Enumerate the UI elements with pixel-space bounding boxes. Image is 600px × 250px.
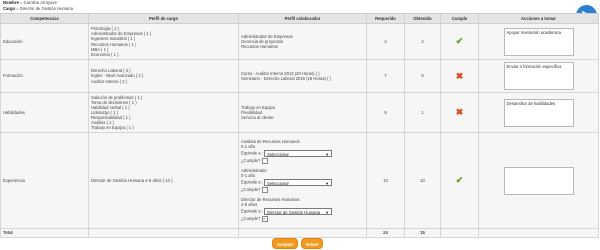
accion-textarea[interactable]: Desarrollar de habilidades — [503, 98, 574, 127]
cumple-checkbox[interactable] — [261, 157, 268, 164]
employee-role-line: Cargo = Director de Gestión Humana — [3, 6, 73, 11]
accion-cell: Desarrollar de habilidades — [478, 92, 599, 133]
accion-cell: Apoyar nivelación académica — [478, 23, 599, 60]
cumple-checkbox-checked[interactable]: ✓ — [261, 216, 268, 223]
perfil-colaborador-cell: Trabajo en Equipo Flexibilidad Servicio … — [238, 92, 367, 133]
equivale-select[interactable]: Seleccionar ▼ — [264, 179, 333, 187]
experience-entry: Administrador 0-1 año Equivale a : Selec… — [241, 168, 364, 194]
table-row: Experiencia Director de Gestión Humana 4… — [0, 132, 599, 229]
table-row: Formación Derecho Laboral ( 3 ) Ingles -… — [0, 59, 599, 93]
perfil-cargo-cell: Director de Gestión Humana 4-8 años ( 10… — [88, 132, 239, 229]
obtenido-cell: 1 — [404, 92, 441, 133]
perfil-colaborador-cell: Analista de Recursos Humanos 0-1 año Equ… — [238, 132, 367, 229]
requerido-cell: 10 — [366, 132, 405, 229]
requerido-cell: 2 — [366, 23, 405, 60]
experience-entry: Director de Recursos Humanos 4-8 años Eq… — [241, 197, 364, 223]
role-value: Director de Gestión Humana — [19, 6, 73, 11]
table-header-row: Competencias Perfil de cargo Perfil cola… — [0, 13, 599, 24]
back-button[interactable]: Volver — [301, 238, 323, 249]
check-icon: ✔ — [455, 36, 464, 46]
col-header-acciones: Acciones a tomar — [478, 13, 599, 24]
requerido-cell: 5 — [366, 92, 405, 133]
perfil-cargo-cell: Derecho Laboral ( 3 ) Ingles - Nivel Ava… — [88, 59, 239, 93]
name-label: Nombre — [3, 0, 19, 5]
competencia-cell: Experiencia — [0, 132, 89, 229]
accion-cell — [478, 132, 599, 229]
cross-icon: ✖ — [455, 70, 464, 81]
col-header-perfil-cargo: Perfil de cargo — [88, 13, 239, 24]
chevron-down-icon: ▼ — [325, 181, 330, 187]
perfil-cargo-cell: Solución de problemas ( 1 ) Toma de deci… — [88, 92, 239, 133]
name-value: Carolina Arroyave — [23, 0, 57, 5]
chevron-down-icon: ▼ — [325, 210, 330, 216]
total-row: Total 24 15 — [0, 228, 599, 238]
cumple-cell: ✔ — [440, 23, 479, 60]
col-header-obtenido: Obtenido — [404, 13, 441, 24]
check-icon: ✔ — [455, 175, 464, 185]
accion-textarea[interactable]: Enviar a formación específica — [503, 62, 574, 90]
cumple-cell: ✖ — [440, 59, 479, 93]
cumple-cell: ✔ — [440, 132, 479, 229]
perfil-cargo-cell: Psicología ( 1 ) Administrador de Empres… — [88, 23, 239, 60]
obtenido-cell: 2 — [404, 23, 441, 60]
accion-textarea[interactable]: Apoyar nivelación académica — [503, 27, 574, 56]
chevron-down-icon: ▼ — [325, 151, 330, 157]
equivale-select[interactable]: Seleccionar ▼ — [264, 149, 333, 157]
table-row: Educación Psicología ( 1 ) Administrador… — [0, 23, 599, 60]
requerido-cell: 7 — [366, 59, 405, 93]
col-header-requerido: Requerido — [366, 13, 405, 24]
table-row: Habilidades Solución de problemas ( 1 ) … — [0, 92, 599, 133]
accept-button[interactable]: Aceptar — [272, 238, 298, 249]
cumple-cell: ✖ — [440, 92, 479, 133]
col-header-perfil-colaborador: Perfil colaborador — [238, 13, 367, 24]
competencia-cell: Educación — [0, 23, 89, 60]
perfil-colaborador-cell: Administrador de Empresas Gerencia de pr… — [238, 23, 367, 60]
equivale-select[interactable]: Director de Gestión Humana ▼ — [264, 208, 333, 216]
col-header-cumple: Cumple — [440, 13, 479, 24]
cross-icon: ✖ — [455, 107, 464, 117]
competencia-cell: Formación — [0, 59, 89, 93]
competency-table: Competencias Perfil de cargo Perfil cola… — [0, 13, 599, 238]
cumple-checkbox[interactable] — [261, 187, 268, 194]
perfil-colaborador-cell: Curso - Auditor Interno 2013 (20 Horas) … — [238, 59, 367, 93]
total-obtenido: 15 — [404, 228, 441, 238]
total-label: Total — [0, 228, 89, 238]
total-requerido: 24 — [366, 228, 405, 238]
accion-cell: Enviar a formación específica — [478, 59, 599, 93]
experience-entry: Analista de Recursos Humanos 0-1 año Equ… — [241, 139, 364, 164]
obtenido-cell: 5 — [404, 59, 441, 93]
role-label: Cargo — [3, 6, 16, 11]
col-header-competencias: Competencias — [0, 13, 89, 24]
competencia-cell: Habilidades — [0, 92, 89, 133]
obtenido-cell: 10 — [404, 132, 441, 229]
accion-textarea[interactable] — [503, 166, 574, 195]
